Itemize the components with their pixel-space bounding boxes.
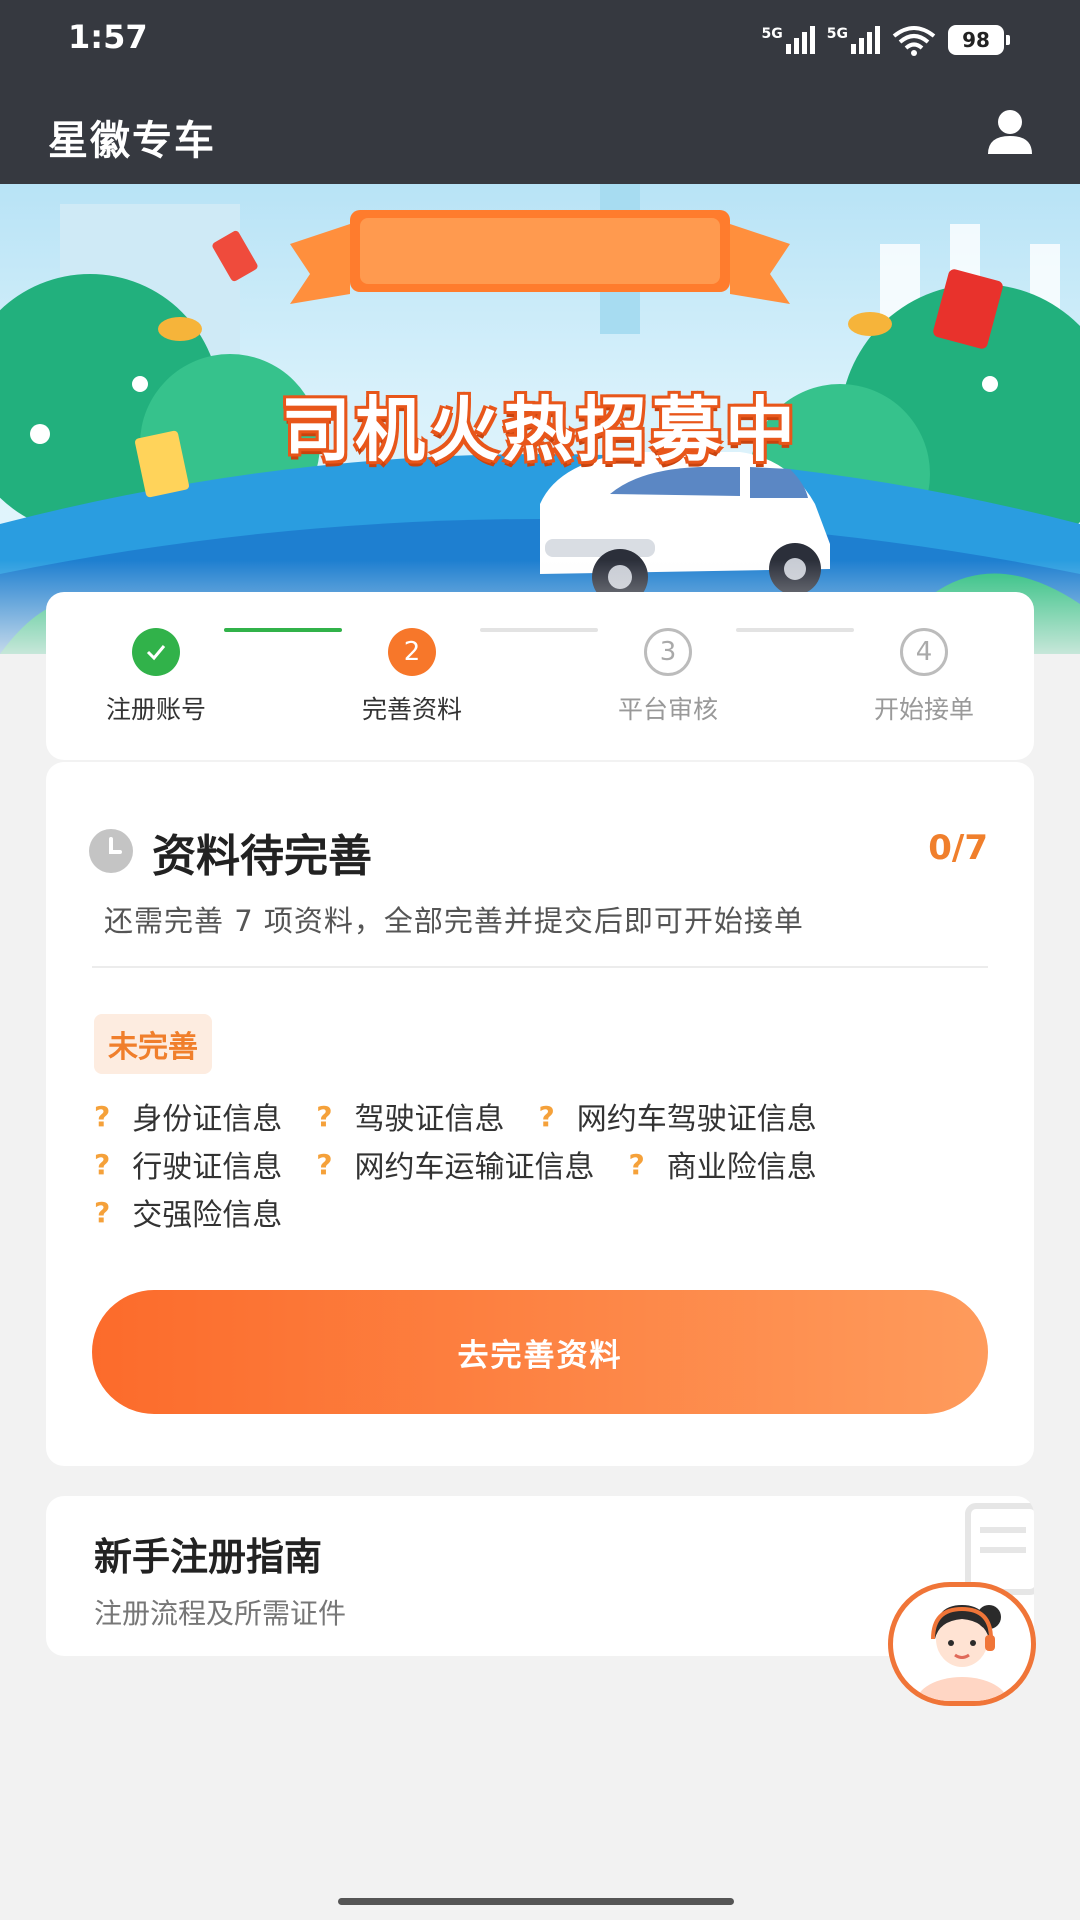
user-profile-icon[interactable] [982, 104, 1038, 160]
status-bar: 1:57 5G 5G 98 [0, 0, 1080, 80]
missing-item[interactable]: ? 行驶证信息 [94, 1142, 282, 1186]
complete-info-button[interactable]: 去完善资料 [92, 1290, 988, 1414]
signal-icon-2: 5G [827, 26, 880, 54]
info-description: 还需完善 7 项资料，全部完善并提交后即可开始接单 [104, 904, 804, 938]
wifi-icon [892, 26, 936, 56]
progress-steps-card: 注册账号 2 完善资料 3 平台审核 4 开始接单 [46, 592, 1034, 760]
customer-service-button[interactable] [888, 1582, 1036, 1706]
guide-title: 新手注册指南 [94, 1535, 323, 1579]
missing-item[interactable]: ? 身份证信息 [94, 1094, 282, 1138]
step-number: 3 [644, 628, 692, 676]
check-icon [132, 628, 180, 676]
missing-item[interactable]: ? 网约车运输证信息 [316, 1142, 594, 1186]
home-indicator[interactable] [338, 1898, 734, 1905]
status-icons: 5G 5G 98 [762, 20, 1010, 60]
missing-item[interactable]: ? 网约车驾驶证信息 [539, 1094, 817, 1138]
app-title: 星徽专车 [48, 118, 216, 164]
status-badge: 未完善 [94, 1014, 212, 1074]
question-icon: ? [628, 1147, 645, 1181]
step-connector [224, 628, 342, 632]
step-start-orders: 4 开始接单 [844, 628, 1004, 726]
missing-item[interactable]: ? 商业险信息 [629, 1142, 817, 1186]
question-icon: ? [316, 1147, 333, 1181]
missing-items-list: ? 身份证信息 ? 驾驶证信息 ? 网约车驾驶证信息 ? 行驶证信息 ? 网约车运输证信息… [94, 1092, 994, 1236]
missing-item[interactable]: ? 驾驶证信息 [316, 1094, 504, 1138]
question-icon: ? [316, 1099, 333, 1133]
step-connector [480, 628, 598, 632]
step-register: 注册账号 [76, 628, 236, 726]
question-icon: ? [94, 1147, 111, 1181]
guide-subtitle: 注册流程及所需证件 [94, 1597, 347, 1630]
divider [92, 966, 988, 968]
step-label: 开始接单 [873, 695, 974, 724]
app-header: 星徽专车 [0, 80, 1080, 184]
step-platform-review: 3 平台审核 [588, 628, 748, 726]
battery-icon: 98 [948, 25, 1010, 55]
info-title: 资料待完善 [152, 831, 372, 882]
question-icon: ? [538, 1099, 555, 1133]
step-connector [736, 628, 854, 632]
step-number: 4 [900, 628, 948, 676]
info-status-card: 资料待完善 0/7 还需完善 7 项资料，全部完善并提交后即可开始接单 未完善 … [46, 762, 1034, 1466]
registration-guide-card[interactable]: 新手注册指南 注册流程及所需证件 [46, 1496, 1034, 1656]
status-time: 1:57 [68, 18, 148, 56]
missing-item[interactable]: ? 交强险信息 [94, 1190, 282, 1234]
progress-count: 0/7 [928, 828, 988, 868]
question-icon: ? [94, 1195, 111, 1229]
step-label: 平台审核 [617, 695, 718, 724]
banner-headline: 司机火热招募中 [281, 389, 799, 471]
step-label: 注册账号 [105, 695, 206, 724]
customer-service-avatar-icon [916, 1605, 1008, 1701]
step-label: 完善资料 [361, 695, 462, 724]
signal-icon-1: 5G [762, 26, 815, 54]
step-complete-info: 2 完善资料 [332, 628, 492, 726]
clock-icon [89, 829, 133, 873]
question-icon: ? [94, 1099, 111, 1133]
step-number: 2 [388, 628, 436, 676]
